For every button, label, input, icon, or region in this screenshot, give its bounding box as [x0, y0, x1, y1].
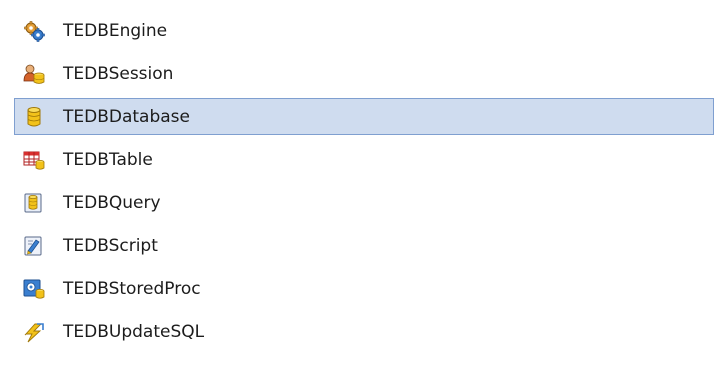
list-item-tedbtable[interactable]: TEDBTable [14, 138, 728, 181]
list-item-tedbsession[interactable]: TEDBSession [14, 52, 728, 95]
list-item-tedbdatabase[interactable]: TEDBDatabase [14, 98, 714, 135]
gears-icon [23, 20, 45, 42]
query-icon [23, 192, 45, 214]
database-icon [23, 106, 45, 128]
list-item-tedbupdatesql[interactable]: TEDBUpdateSQL [14, 310, 728, 353]
update-sql-icon [23, 321, 45, 343]
list-item-tedbscript[interactable]: TEDBScript [14, 224, 728, 267]
list-item-label: TEDBStoredProc [63, 278, 201, 299]
list-item-label: TEDBTable [63, 149, 153, 170]
list-item-tedbengine[interactable]: TEDBEngine [14, 9, 728, 52]
table-icon [23, 149, 45, 171]
list-item-label: TEDBDatabase [63, 106, 190, 127]
list-item-label: TEDBEngine [63, 20, 168, 41]
script-icon [23, 235, 45, 257]
list-item-label: TEDBScript [63, 235, 158, 256]
users-database-icon [23, 63, 45, 85]
component-palette: TEDBEngine TEDBSession TEDBDatabase TEDB… [0, 0, 728, 369]
list-item-label: TEDBSession [63, 63, 174, 84]
list-item-tedbquery[interactable]: TEDBQuery [14, 181, 728, 224]
list-item-label: TEDBUpdateSQL [63, 321, 205, 342]
stored-proc-icon [23, 278, 45, 300]
component-list: TEDBEngine TEDBSession TEDBDatabase TEDB… [14, 9, 728, 353]
list-item-tedbstoredproc[interactable]: TEDBStoredProc [14, 267, 728, 310]
list-item-label: TEDBQuery [63, 192, 161, 213]
